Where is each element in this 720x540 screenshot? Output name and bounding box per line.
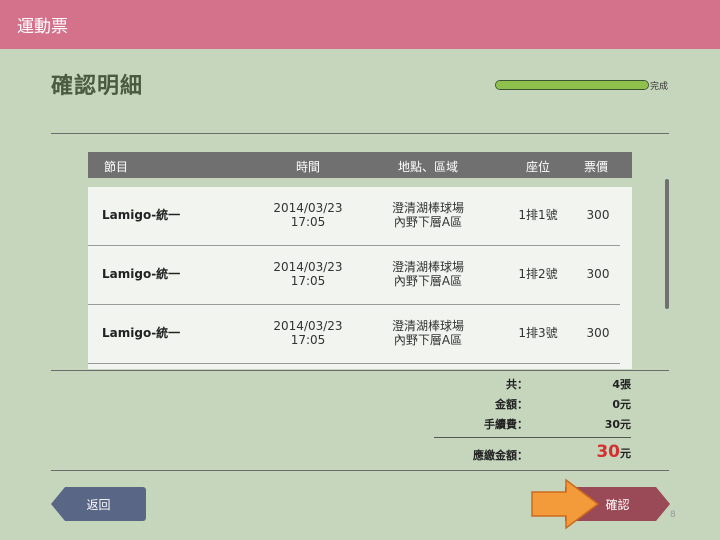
amount-label: 金額： — [495, 398, 528, 411]
event-time: 17:05 — [290, 215, 326, 229]
fee-value: 30元 — [604, 418, 631, 431]
amount-value: 0元 — [612, 398, 631, 411]
venue-name: 澄清湖棒球場 — [391, 260, 464, 274]
venue-name: 澄清湖棒球場 — [391, 201, 464, 215]
divider — [51, 133, 669, 134]
column-header-price: 票價 — [583, 160, 608, 174]
divider — [51, 470, 669, 471]
event-name: Lamigo-統一 — [102, 267, 181, 281]
total-amount: 30 — [596, 442, 620, 462]
fee-label: 手續費： — [484, 418, 528, 431]
row-divider — [88, 363, 620, 364]
progress-label: 完成 — [650, 82, 669, 92]
venue-area: 內野下層A區 — [393, 333, 463, 347]
page-number: 8 — [670, 510, 676, 520]
app-title: 運動票 — [17, 17, 68, 37]
event-name: Lamigo-統一 — [102, 208, 181, 222]
seat: 1排1號 — [518, 208, 558, 222]
progress-bar — [495, 80, 649, 90]
event-date: 2014/03/23 — [273, 201, 343, 215]
price: 300 — [586, 267, 610, 281]
total-label: 應繳金額： — [473, 449, 528, 462]
seat: 1排3號 — [518, 326, 558, 340]
seat: 1排2號 — [518, 267, 558, 281]
event-date: 2014/03/23 — [273, 260, 343, 274]
top-bar: 運動票 — [0, 0, 720, 49]
venue-area: 內野下層A區 — [393, 215, 463, 229]
column-header-venue: 地點、區域 — [397, 160, 458, 174]
confirm-button-label: 確認 — [605, 497, 630, 512]
back-button[interactable]: 返回 — [51, 487, 146, 521]
back-button-label: 返回 — [86, 497, 111, 512]
page-title: 確認明細 — [51, 74, 144, 99]
table-row: Lamigo-統一 2014/03/23 17:05 澄清湖棒球場 內野下層A區… — [88, 187, 632, 246]
scrollbar[interactable] — [665, 179, 669, 309]
total-unit: 元 — [620, 447, 631, 460]
event-date: 2014/03/23 — [273, 319, 343, 333]
event-time: 17:05 — [290, 274, 326, 288]
summary-divider — [434, 437, 631, 438]
event-time: 17:05 — [290, 333, 326, 347]
table-row: Lamigo-統一 2014/03/23 17:05 澄清湖棒球場 內野下層A區… — [88, 305, 632, 364]
ticket-count-label: 共： — [506, 378, 528, 391]
divider — [51, 370, 669, 371]
ticket-count-value: 4張 — [612, 378, 631, 391]
column-header-time: 時間 — [295, 160, 320, 174]
venue-name: 澄清湖棒球場 — [391, 319, 464, 333]
progress-fill — [496, 81, 648, 89]
column-header-seat: 座位 — [525, 160, 550, 174]
ticket-list[interactable]: Lamigo-統一 2014/03/23 17:05 澄清湖棒球場 內野下層A區… — [88, 187, 632, 369]
price: 300 — [586, 326, 610, 340]
table-row: Lamigo-統一 2014/03/23 17:05 澄清湖棒球場 內野下層A區… — [88, 246, 632, 305]
arrow-right-icon — [531, 478, 600, 530]
event-name: Lamigo-統一 — [102, 326, 181, 340]
column-header-event: 節目 — [104, 160, 129, 174]
table-header: 節目 時間 地點、區域 座位 票價 — [88, 152, 632, 178]
venue-area: 內野下層A區 — [393, 274, 463, 288]
total-value: 30元 — [571, 442, 631, 462]
price: 300 — [586, 208, 610, 222]
